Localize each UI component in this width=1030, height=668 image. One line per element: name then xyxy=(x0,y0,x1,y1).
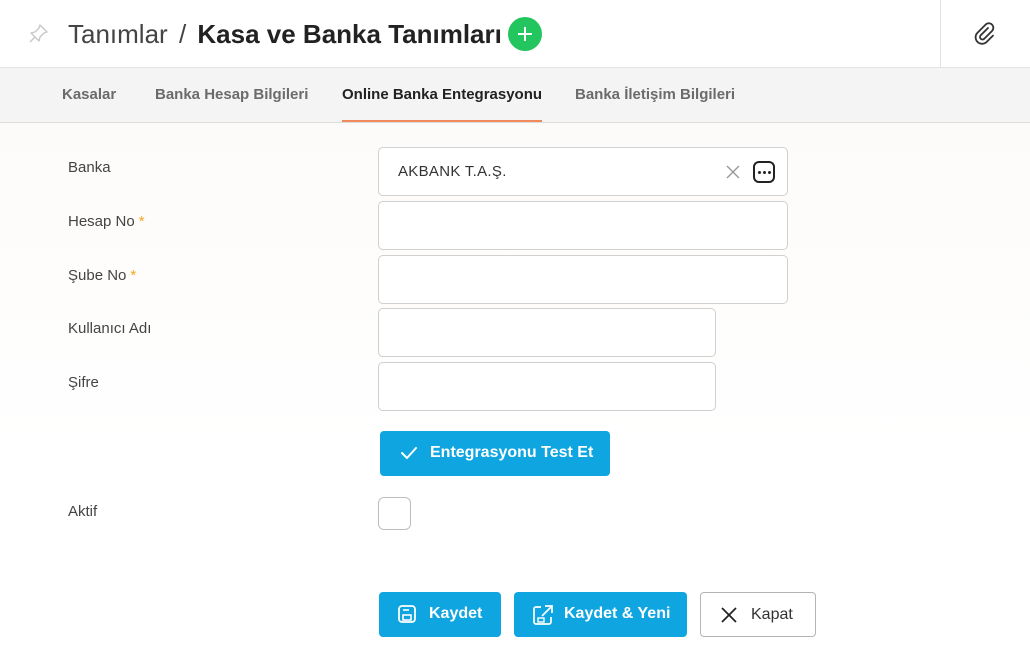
save-label: Kaydet xyxy=(429,605,483,622)
header-actions xyxy=(940,0,1030,67)
hesap-no-input[interactable] xyxy=(379,202,787,249)
page-title: Tanımlar / Kasa ve Banka Tanımları xyxy=(68,18,502,50)
breadcrumb-separator: / xyxy=(178,19,187,49)
add-button[interactable] xyxy=(508,17,542,51)
sube-no-input[interactable] xyxy=(379,256,787,303)
sifre-label: Şifre xyxy=(68,374,99,391)
plus-icon xyxy=(518,27,532,41)
page-header: Tanımlar / Kasa ve Banka Tanımları xyxy=(0,0,1030,68)
hesap-no-field[interactable] xyxy=(378,201,788,250)
attach-button[interactable] xyxy=(971,20,999,48)
tab-online-banka-entegrasyonu[interactable]: Online Banka Entegrasyonu xyxy=(342,68,543,122)
save-new-label: Kaydet & Yeni xyxy=(564,605,671,622)
sube-no-field[interactable] xyxy=(378,255,788,304)
required-mark: * xyxy=(130,267,137,284)
tab-banka-hesap-bilgileri[interactable]: Banka Hesap Bilgileri xyxy=(155,68,308,122)
save-new-button[interactable]: Kaydet & Yeni xyxy=(514,592,687,637)
test-integration-label: Entegrasyonu Test Et xyxy=(430,444,594,461)
required-mark: * xyxy=(138,213,145,230)
check-icon xyxy=(401,447,417,459)
x-icon xyxy=(721,607,737,623)
hesap-no-label: Hesap No * xyxy=(68,213,145,230)
banka-value: AKBANK T.A.Ş. xyxy=(398,163,507,180)
kullanici-adi-label: Kullanıcı Adı xyxy=(68,320,152,337)
sifre-input[interactable] xyxy=(379,363,715,410)
sifre-field[interactable] xyxy=(378,362,716,411)
close-icon[interactable] xyxy=(725,164,741,180)
tab-bar: Kasalar Banka Hesap Bilgileri Online Ban… xyxy=(0,68,1030,123)
hesap-no-label-text: Hesap No xyxy=(68,213,135,230)
paperclip-icon xyxy=(974,22,995,45)
floppy-icon xyxy=(398,605,416,623)
aktif-label: Aktif xyxy=(68,503,98,520)
pin-icon[interactable] xyxy=(28,22,50,44)
breadcrumb-current: Kasa ve Banka Tanımları xyxy=(197,19,502,49)
test-integration-button[interactable]: Entegrasyonu Test Et xyxy=(380,431,610,476)
tab-kasalar[interactable]: Kasalar xyxy=(62,68,116,122)
save-button[interactable]: Kaydet xyxy=(379,592,501,637)
sube-no-label-text: Şube No xyxy=(68,267,127,284)
banka-select[interactable]: AKBANK T.A.Ş. xyxy=(378,147,788,196)
close-button[interactable]: Kapat xyxy=(700,592,816,637)
banka-label: Banka xyxy=(68,159,111,176)
ellipsis-icon[interactable] xyxy=(753,161,775,183)
sube-no-label: Şube No * xyxy=(68,267,136,284)
close-label: Kapat xyxy=(751,606,793,623)
aktif-checkbox[interactable] xyxy=(378,497,411,530)
export-icon xyxy=(533,605,553,625)
kullanici-adi-input[interactable] xyxy=(379,309,715,356)
tab-banka-iletisim-bilgileri[interactable]: Banka İletişim Bilgileri xyxy=(575,68,735,122)
breadcrumb-parent[interactable]: Tanımlar xyxy=(68,19,168,49)
kullanici-adi-field[interactable] xyxy=(378,308,716,357)
